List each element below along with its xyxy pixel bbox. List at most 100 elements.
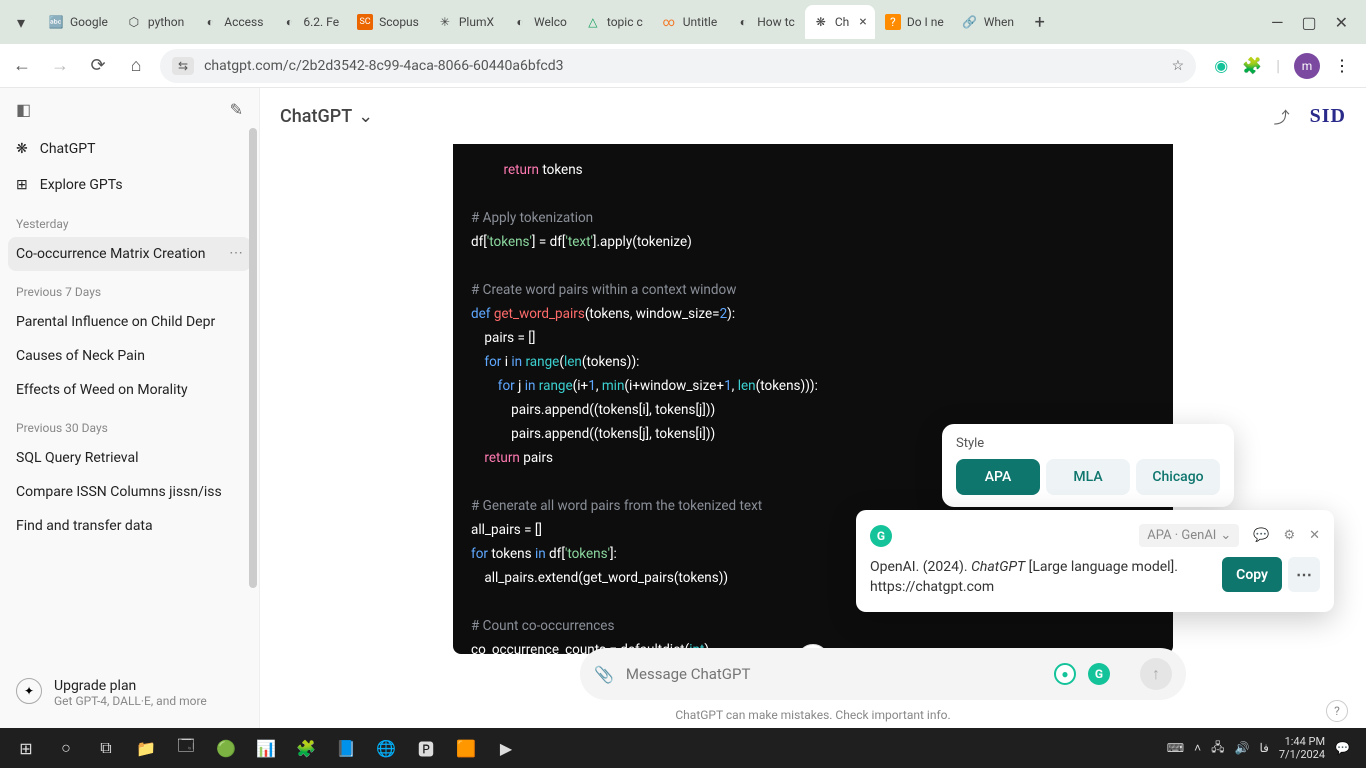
- file-explorer-icon[interactable]: 📁: [126, 728, 166, 768]
- close-icon[interactable]: ✕: [1309, 528, 1320, 543]
- tab-label: python: [148, 15, 184, 29]
- chatgpt-logo-icon: ❋: [16, 141, 28, 157]
- tab-python[interactable]: ⬡python: [118, 5, 192, 39]
- chrome-icon[interactable]: 🟢: [206, 728, 246, 768]
- app-icon[interactable]: 🗔: [166, 728, 206, 768]
- section-prev30: Previous 30 Days: [0, 407, 259, 441]
- send-button[interactable]: ↑: [1140, 658, 1172, 690]
- attach-icon[interactable]: 📎: [594, 665, 614, 684]
- tab-chatgpt[interactable]: ❋Ch×: [805, 5, 875, 39]
- excel-icon[interactable]: 📊: [246, 728, 286, 768]
- tab-when[interactable]: 🔗When: [954, 5, 1024, 39]
- home-button[interactable]: ⌂: [122, 52, 150, 80]
- app-icon[interactable]: 🧩: [286, 728, 326, 768]
- reload-button[interactable]: ⟳: [84, 52, 112, 80]
- favicon-colab-icon: ∞: [661, 14, 677, 30]
- model-selector[interactable]: ChatGPT ⌄: [280, 106, 373, 127]
- chat-item[interactable]: Co-occurrence Matrix Creation: [8, 237, 251, 271]
- favicon-icon: ◐: [735, 14, 751, 30]
- tab-label: When: [984, 15, 1014, 29]
- tray-keyboard-icon[interactable]: ⌨: [1167, 741, 1184, 755]
- new-tab-button[interactable]: +: [1026, 8, 1054, 36]
- forward-button[interactable]: →: [46, 52, 74, 80]
- upgrade-title: Upgrade plan: [54, 678, 207, 694]
- grammarly-ext-icon[interactable]: ◉: [1214, 56, 1228, 75]
- sidebar-item-explore[interactable]: ⊞ Explore GPTs: [0, 167, 259, 203]
- chat-item[interactable]: Compare ISSN Columns jissn/iss: [0, 475, 259, 509]
- citation-popup: G APA · GenAI ⌄ 💬 ⚙ ✕ OpenAI. (2024). Ch…: [856, 510, 1334, 612]
- site-info-icon[interactable]: ⇆: [172, 57, 194, 75]
- section-prev7: Previous 7 Days: [0, 271, 259, 305]
- style-mla-button[interactable]: MLA: [1046, 459, 1130, 495]
- edge-icon[interactable]: 🌐: [366, 728, 406, 768]
- tray-chevron-icon[interactable]: ˄: [1194, 741, 1201, 755]
- close-window-icon[interactable]: ✕: [1335, 13, 1348, 32]
- extensions-icon[interactable]: 🧩: [1242, 56, 1262, 75]
- chat-item[interactable]: Effects of Weed on Morality: [0, 373, 259, 407]
- tab-untitled[interactable]: ∞Untitle: [653, 5, 725, 39]
- chat-title: Compare ISSN Columns jissn/iss: [16, 484, 222, 500]
- tab-doi[interactable]: ?Do I ne: [877, 5, 952, 39]
- citation-more-button[interactable]: ⋯: [1288, 557, 1320, 592]
- grammarly-score-icon[interactable]: ●: [1054, 663, 1076, 685]
- citation-source-dropdown[interactable]: APA · GenAI ⌄: [1139, 524, 1239, 547]
- new-chat-icon[interactable]: ✎: [230, 100, 243, 119]
- word-icon[interactable]: 📘: [326, 728, 366, 768]
- tab-howto[interactable]: ◐How tc: [727, 5, 803, 39]
- chrome-menu-icon[interactable]: ⋮: [1334, 56, 1350, 75]
- share-icon[interactable]: ⤴: [1274, 104, 1290, 128]
- tray-volume-icon[interactable]: 🔊: [1235, 741, 1250, 755]
- tab-topic[interactable]: △topic c: [577, 5, 651, 39]
- tray-network-icon[interactable]: 🖧: [1211, 738, 1224, 759]
- grammarly-icon[interactable]: G: [1088, 663, 1110, 685]
- close-tab-icon[interactable]: ×: [859, 14, 866, 30]
- tab-label: Welco: [534, 15, 567, 29]
- favicon-scopus-icon: SC: [357, 14, 373, 30]
- settings-icon[interactable]: ⚙: [1283, 528, 1295, 543]
- chat-item[interactable]: Causes of Neck Pain: [0, 339, 259, 373]
- minimize-window-icon[interactable]: —: [1271, 13, 1284, 32]
- sidebar-item-chatgpt[interactable]: ❋ ChatGPT: [0, 131, 259, 167]
- chat-item[interactable]: Parental Influence on Child Depr: [0, 305, 259, 339]
- tray-clock[interactable]: 1:44 PM 7/1/2024: [1279, 735, 1325, 761]
- tab-google[interactable]: 🔤 Google: [40, 5, 116, 39]
- tab-plumx[interactable]: ✳PlumX: [429, 5, 502, 39]
- app-icon[interactable]: 🅿: [406, 728, 446, 768]
- back-button[interactable]: ←: [8, 52, 36, 80]
- tray-language[interactable]: فا: [1259, 741, 1268, 755]
- grammarly-icon: G: [870, 525, 892, 547]
- bookmark-icon[interactable]: ☆: [1172, 58, 1185, 74]
- start-button[interactable]: ⊞: [6, 728, 46, 768]
- comment-icon[interactable]: 💬: [1253, 528, 1269, 543]
- sidebar-item-label: ChatGPT: [40, 141, 96, 157]
- maximize-window-icon[interactable]: ▢: [1301, 13, 1316, 32]
- profile-avatar[interactable]: m: [1294, 53, 1320, 79]
- tray-notifications-icon[interactable]: 💬: [1335, 741, 1350, 755]
- sparkle-icon: ✦: [16, 678, 42, 704]
- sid-logo[interactable]: SID: [1310, 105, 1346, 128]
- tab-label: Google: [70, 15, 108, 29]
- chat-item[interactable]: Find and transfer data: [0, 509, 259, 543]
- tab-scopus[interactable]: SC Scopus: [349, 5, 427, 39]
- tab-welcome[interactable]: ◐Welco: [504, 5, 575, 39]
- copy-citation-button[interactable]: Copy: [1222, 557, 1282, 592]
- upgrade-plan[interactable]: ✦ Upgrade plan Get GPT-4, DALL·E, and mo…: [0, 668, 259, 718]
- url-bar[interactable]: ⇆ chatgpt.com/c/2b2d3542-8c99-4aca-8066-…: [160, 49, 1196, 83]
- sidebar-scrollbar[interactable]: [249, 128, 257, 718]
- help-icon[interactable]: ?: [1326, 700, 1348, 722]
- chat-item[interactable]: SQL Query Retrieval: [0, 441, 259, 475]
- app-icon[interactable]: 🟧: [446, 728, 486, 768]
- tab-62fe[interactable]: ◐6.2. Fe: [273, 5, 347, 39]
- search-icon[interactable]: ○: [46, 728, 86, 768]
- section-yesterday: Yesterday: [0, 203, 259, 237]
- message-input[interactable]: [626, 665, 1042, 683]
- tab-access[interactable]: ◐Access: [194, 5, 271, 39]
- style-apa-button[interactable]: APA: [956, 459, 1040, 495]
- style-chicago-button[interactable]: Chicago: [1136, 459, 1220, 495]
- tab-label: Scopus: [379, 15, 419, 29]
- favicon-google-icon: 🔤: [48, 14, 64, 30]
- collapse-sidebar-icon[interactable]: ◧: [16, 100, 31, 119]
- task-view-icon[interactable]: ⧉: [86, 728, 126, 768]
- media-player-icon[interactable]: ▶: [486, 728, 526, 768]
- tab-search-dropdown[interactable]: ▾: [4, 7, 38, 37]
